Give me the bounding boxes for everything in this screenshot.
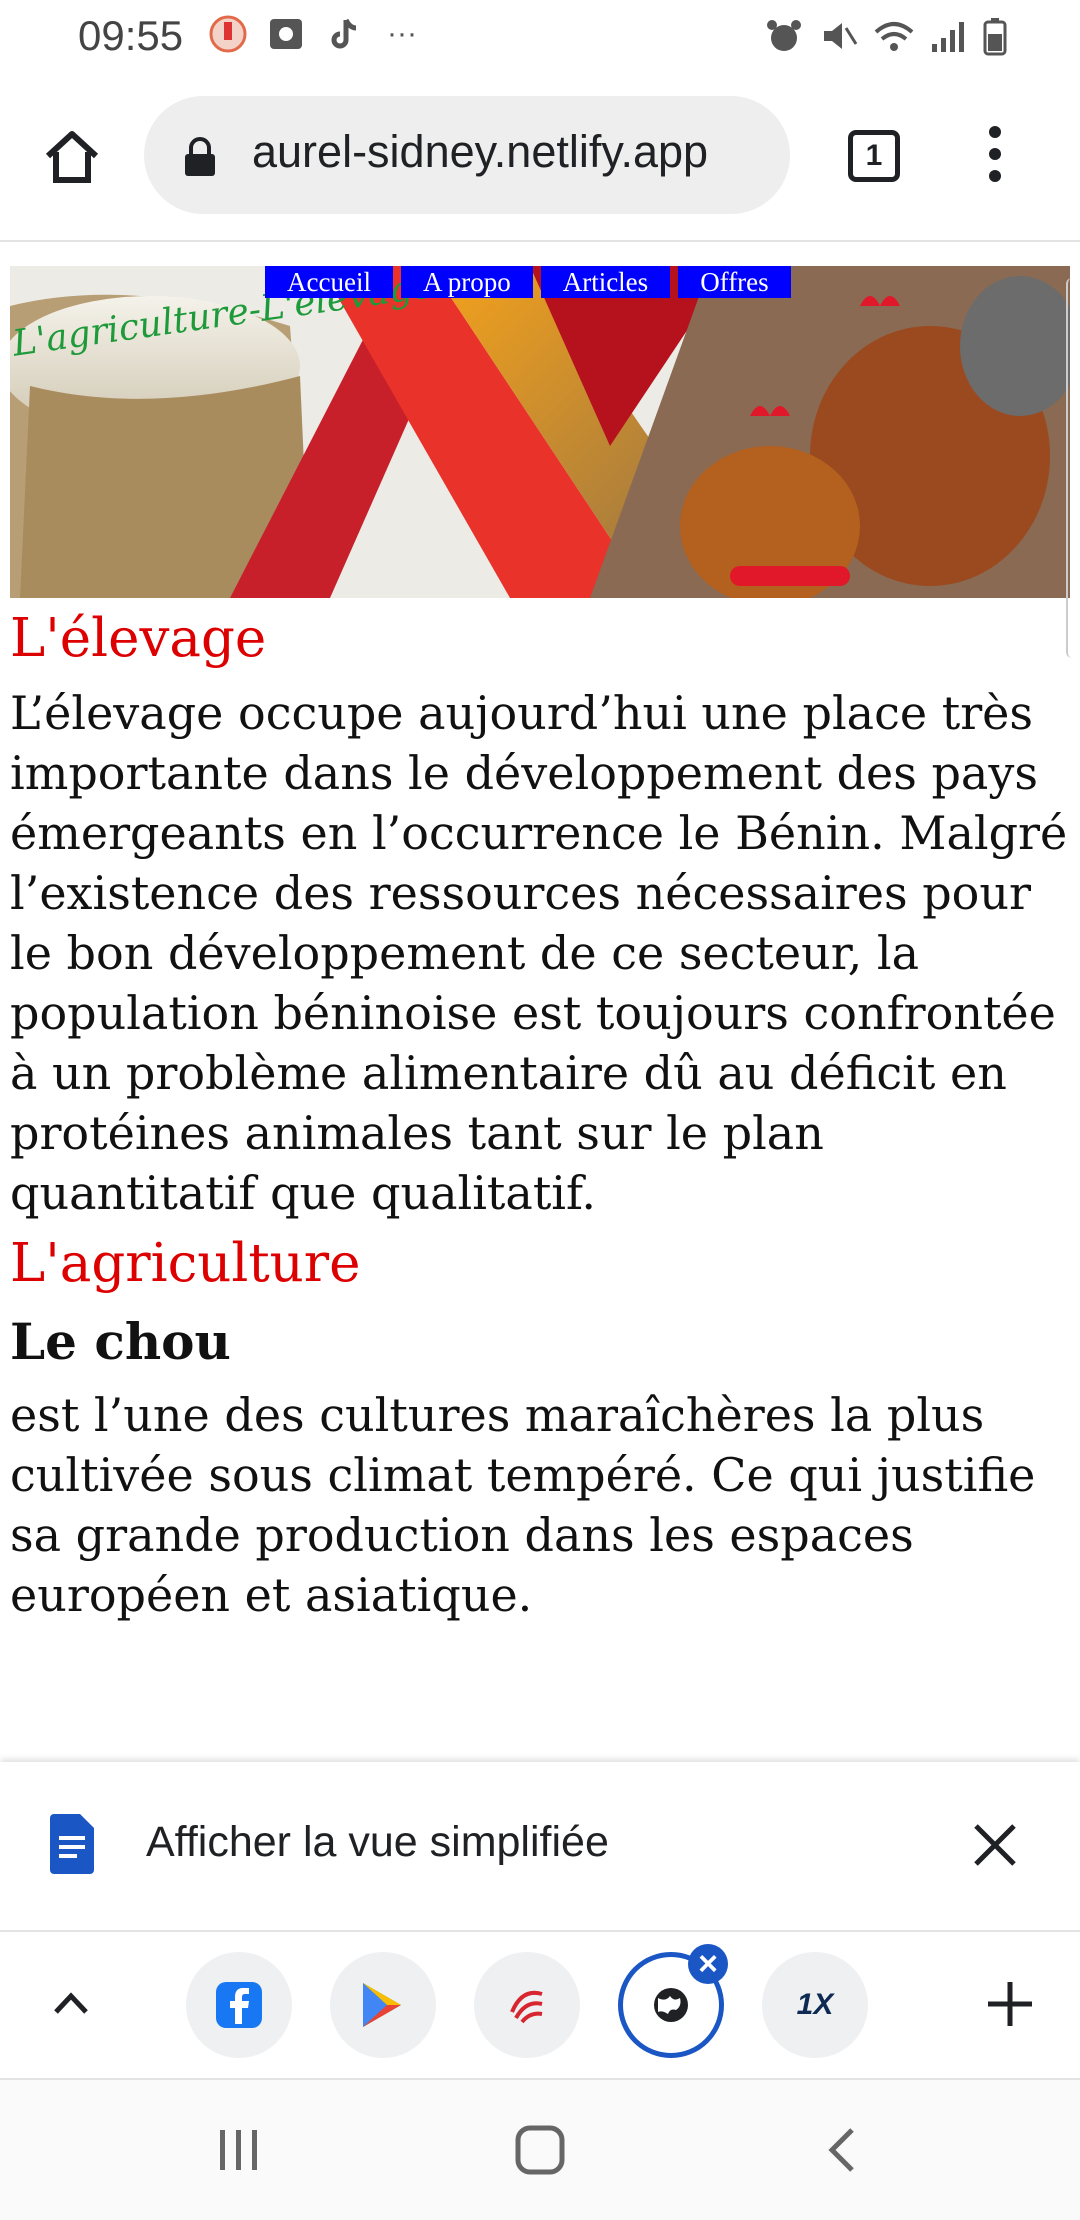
red-swirl-icon (510, 1990, 543, 2024)
address-bar[interactable]: aurel-sidney.netlify.app (144, 96, 790, 214)
heading-elevage: L'élevage (10, 608, 267, 669)
signal-icon (932, 22, 964, 52)
paragraph-elevage: L’élevage occupe aujourd’hui une place t… (10, 686, 1068, 1220)
tab-1x[interactable]: 1X (762, 1952, 868, 2058)
close-icon[interactable] (972, 1822, 1018, 1868)
mute-icon (824, 23, 858, 49)
battery-icon (983, 18, 1007, 56)
back-icon[interactable] (822, 2124, 862, 2176)
tab-switcher-button[interactable]: 1 (848, 130, 900, 182)
browser-toolbar: aurel-sidney.netlify.app 1 (0, 72, 1080, 242)
page-scroll-indicator[interactable] (1066, 278, 1080, 658)
facebook-icon (216, 1982, 262, 2028)
play-store-icon (363, 1983, 401, 2027)
nav-accueil[interactable]: Accueil (265, 266, 393, 298)
lock-icon (185, 137, 215, 176)
nav-offres[interactable]: Offres (678, 266, 791, 298)
tab-strip: × 1X (0, 1932, 1080, 2080)
close-tab-icon[interactable]: × (688, 1944, 728, 1984)
system-navigation-bar (0, 2080, 1080, 2220)
heading-agriculture: L'agriculture (10, 1233, 361, 1294)
chevron-up-icon[interactable] (48, 1980, 94, 2026)
status-bar: 09:55 ··· (0, 0, 1080, 72)
article-content: L'élevage L’élevage occupe aujourd’hui u… (10, 608, 1070, 1635)
more-menu-icon[interactable] (980, 126, 1010, 186)
1x-icon: 1X (796, 1988, 834, 2021)
url-text: aurel-sidney.netlify.app (252, 126, 709, 177)
tab-facebook[interactable] (186, 1952, 292, 2058)
status-time: 09:55 (78, 12, 184, 59)
app-notification-icon (208, 14, 248, 54)
wifi-icon (874, 22, 914, 51)
heading-chou: Le chou (10, 1312, 231, 1371)
alarm-icon (767, 20, 801, 51)
globe-icon (654, 1988, 688, 2022)
home-nav-icon[interactable] (514, 2124, 566, 2176)
paragraph-chou: est l’une des cultures maraîchères la pl… (10, 1388, 1036, 1622)
simplified-view-bar[interactable]: Afficher la vue simplifiée (0, 1762, 1080, 1932)
tiktok-icon (324, 14, 364, 54)
site-banner: L'agriculture-L'élevage Accueil A propo … (10, 266, 1070, 598)
gallery-notification-icon (266, 14, 306, 54)
more-notifications-icon: ··· (387, 17, 417, 50)
tab-play-store[interactable] (330, 1952, 436, 2058)
simplified-view-label[interactable]: Afficher la vue simplifiée (146, 1818, 609, 1867)
system-status-icons (764, 16, 1008, 56)
nav-articles[interactable]: Articles (540, 266, 671, 298)
tab-red-swirl[interactable] (474, 1952, 580, 2058)
home-icon[interactable] (40, 124, 104, 188)
nav-a-propo[interactable]: A propo (400, 266, 533, 298)
new-tab-plus-icon[interactable] (978, 1972, 1042, 2036)
recent-apps-icon[interactable] (214, 2124, 264, 2174)
document-icon (50, 1814, 94, 1874)
site-nav: Accueil A propo Articles Offres (265, 266, 791, 298)
notification-icons: ··· (208, 14, 422, 54)
